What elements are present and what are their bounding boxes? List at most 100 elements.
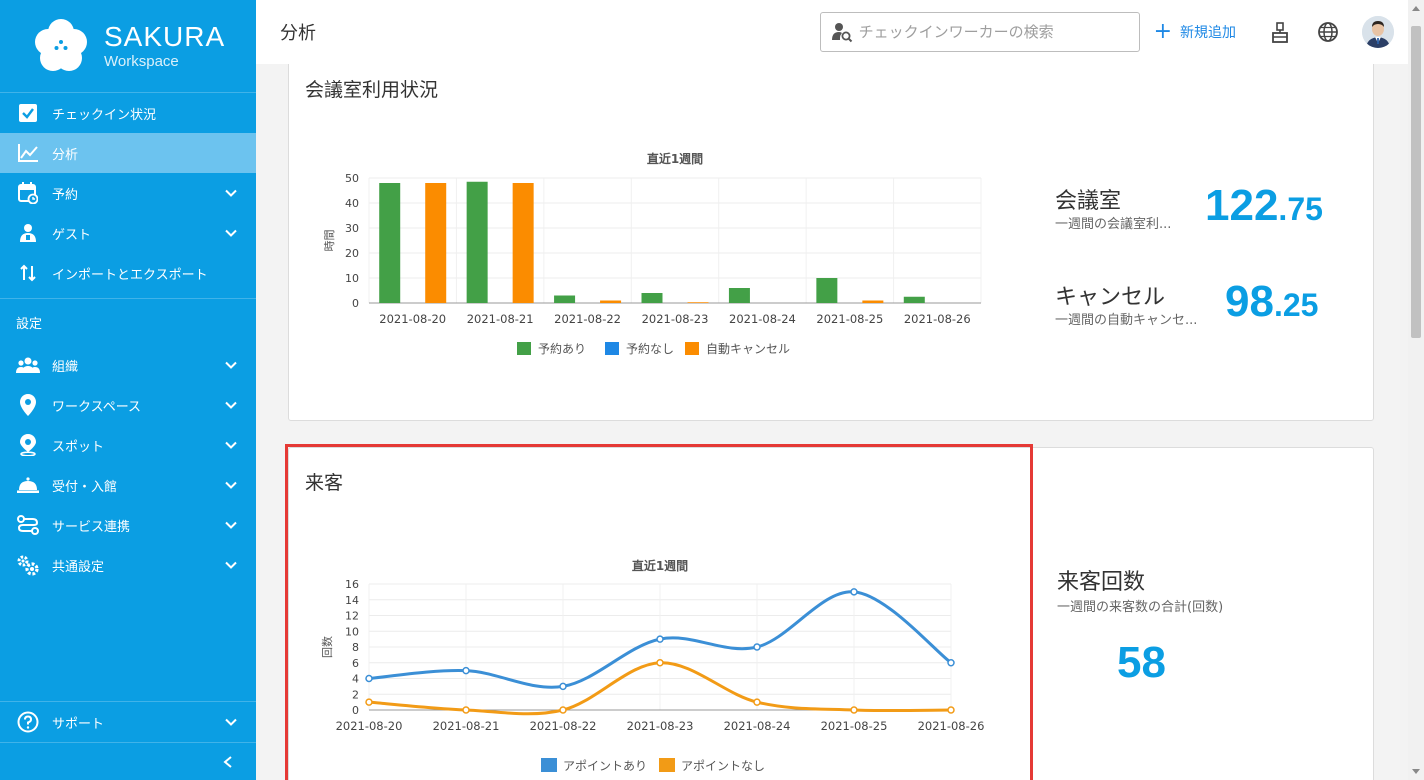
sidebar-item-label: 予約 xyxy=(52,187,79,203)
sidebar-item-label: 組織 xyxy=(52,359,79,375)
legend-label: アポイントあり xyxy=(563,759,647,773)
scroll-down-arrow-icon[interactable] xyxy=(1412,769,1420,774)
data-point-アポイントなし xyxy=(753,698,761,706)
legend-label: アポイントなし xyxy=(681,759,765,773)
stat-value-decimal: .25 xyxy=(1273,287,1319,323)
meeting-room-stat-value: 122.75 xyxy=(1205,181,1323,231)
sidebar-item-reservation[interactable]: 予約 xyxy=(0,173,256,213)
plus-icon: + xyxy=(1153,19,1172,44)
checkbox-icon xyxy=(16,101,40,125)
sidebar-collapse-button[interactable] xyxy=(0,742,256,780)
data-point-アポイントなし xyxy=(850,706,858,714)
chevron-down-icon xyxy=(225,189,237,197)
analytics-icon xyxy=(16,141,40,165)
sidebar-item-organization[interactable]: 組織 xyxy=(0,345,256,385)
x-tick-label: 2021-08-25 xyxy=(821,719,888,733)
data-point-アポイントなし xyxy=(947,706,955,714)
sidebar-item-workspace[interactable]: ワークスペース xyxy=(0,385,256,425)
legend-swatch xyxy=(517,342,531,355)
sidebar-item-label: チェックイン状況 xyxy=(52,107,157,123)
y-tick-label: 4 xyxy=(352,673,359,686)
gears-icon xyxy=(16,553,40,577)
card-title: 会議室利用状況 xyxy=(305,79,439,101)
sidebar-item-support[interactable]: サポート xyxy=(0,702,256,742)
x-tick-label: 2021-08-23 xyxy=(642,312,709,326)
sidebar-item-label: 共通設定 xyxy=(52,559,105,575)
reception-display-icon[interactable] xyxy=(1266,18,1294,46)
sidebar-item-label: サービス連携 xyxy=(52,519,131,535)
y-axis-label: 時間 xyxy=(323,230,336,252)
brand-subtitle: Workspace xyxy=(104,52,179,70)
add-new-label: 新規追加 xyxy=(1180,25,1236,41)
y-tick-label: 0 xyxy=(352,704,359,717)
y-tick-label: 10 xyxy=(345,272,359,285)
legend-swatch xyxy=(541,758,557,772)
data-point-アポイントあり xyxy=(462,666,470,675)
sidebar-item-checkin[interactable]: チェックイン状況 xyxy=(0,93,256,133)
sakura-flower-icon xyxy=(32,17,90,75)
chevron-down-icon xyxy=(225,718,237,726)
sidebar-item-guest[interactable]: ゲスト xyxy=(0,213,256,253)
globe-language-icon[interactable] xyxy=(1314,18,1342,46)
sidebar-item-reception[interactable]: 受付・入館 xyxy=(0,465,256,505)
sidebar-item-service[interactable]: サービス連携 xyxy=(0,505,256,545)
stat-value-integer: 58 xyxy=(1117,638,1166,687)
user-avatar[interactable] xyxy=(1362,16,1394,48)
brand-logo[interactable]: SAKURA Workspace xyxy=(0,0,256,93)
bar-自動キャンセル xyxy=(425,183,447,303)
card-title: 来客 xyxy=(305,472,344,494)
y-tick-label: 20 xyxy=(345,247,359,260)
page-title: 分析 xyxy=(280,23,316,44)
data-point-アポイントあり xyxy=(656,635,664,643)
search-input[interactable] xyxy=(858,23,1129,41)
visitor-count-stat-value: 58 xyxy=(1117,638,1166,688)
data-point-アポイントあり xyxy=(947,659,955,667)
chevron-left-icon xyxy=(223,755,232,768)
chevron-down-icon xyxy=(225,521,237,529)
legend-swatch xyxy=(685,342,699,355)
stat-value-integer: 122 xyxy=(1205,181,1279,230)
chevron-down-icon xyxy=(225,441,237,449)
visitor-count-stat-label: 来客回数 xyxy=(1057,570,1146,595)
y-tick-label: 16 xyxy=(345,578,359,591)
page-scrollbar[interactable] xyxy=(1408,0,1424,780)
sidebar-item-import-export[interactable]: インポートとエクスポート xyxy=(0,253,256,293)
sidebar-item-analytics[interactable]: 分析 xyxy=(0,133,256,173)
search-box[interactable] xyxy=(819,12,1140,52)
bar-予約あり xyxy=(641,293,663,303)
x-tick-label: 2021-08-24 xyxy=(724,719,791,733)
sidebar-item-label: 受付・入館 xyxy=(52,479,118,495)
scroll-up-arrow-icon[interactable] xyxy=(1412,6,1420,11)
legend-swatch xyxy=(659,758,675,772)
chevron-down-icon xyxy=(225,361,237,369)
add-new-button[interactable]: + 新規追加 xyxy=(1153,19,1236,44)
service-link-icon xyxy=(16,513,40,537)
data-point-アポイントなし xyxy=(559,706,567,714)
meeting-room-usage-card: 会議室利用状況 直近1週間 0 10 20 30 40 50 時間 2021-08-20 2021… xyxy=(288,64,1374,421)
meeting-room-stat-label: 会議室 xyxy=(1055,189,1122,214)
sidebar-item-label: スポット xyxy=(52,439,105,455)
cancel-stat-value: 98.25 xyxy=(1225,277,1318,327)
x-tick-label: 2021-08-26 xyxy=(918,719,985,733)
bar-予約あり xyxy=(554,295,576,303)
visitor-count-stat-subtitle: 一週間の来客数の合計(回数) xyxy=(1057,600,1224,615)
visitor-card: 来客 直近1週間 0 2 4 6 8 10 12 14 16 2021-08-20 2021-08-2… xyxy=(288,447,1374,780)
bar-予約あり xyxy=(903,296,925,303)
y-tick-label: 30 xyxy=(345,222,359,235)
sidebar-item-spot[interactable]: スポット xyxy=(0,425,256,465)
sidebar-item-common-settings[interactable]: 共通設定 xyxy=(0,545,256,585)
bar-予約あり xyxy=(728,288,750,303)
data-point-アポイントなし xyxy=(365,698,373,706)
calendar-icon xyxy=(16,181,40,205)
x-tick-label: 2021-08-23 xyxy=(627,719,694,733)
chevron-down-icon xyxy=(225,481,237,489)
sidebar-item-label: 分析 xyxy=(52,147,79,163)
data-point-アポイントなし xyxy=(462,706,470,714)
location-pin-icon xyxy=(16,393,40,417)
scrollbar-thumb[interactable] xyxy=(1411,26,1421,338)
data-point-アポイントあり xyxy=(850,588,858,596)
people-icon xyxy=(16,353,40,377)
legend-swatch xyxy=(605,342,619,355)
x-tick-label: 2021-08-24 xyxy=(729,312,796,326)
y-tick-label: 50 xyxy=(345,172,359,185)
